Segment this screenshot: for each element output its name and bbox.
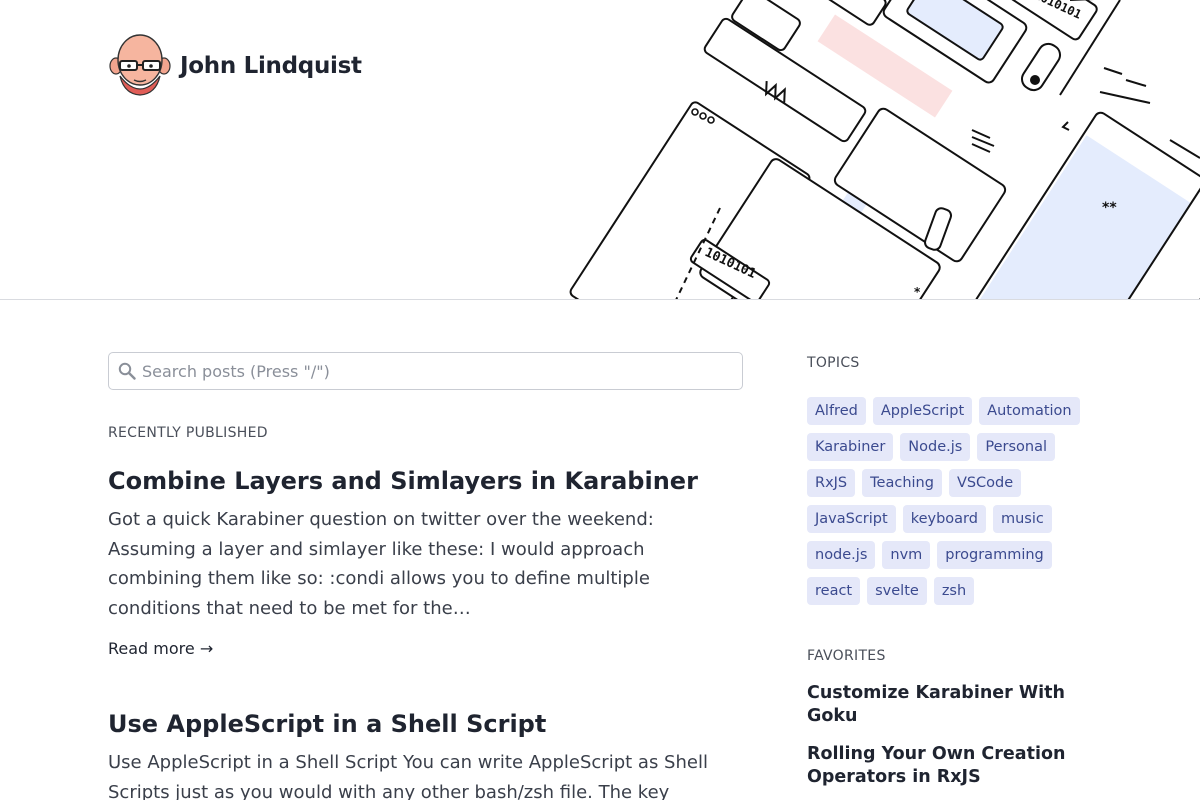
post-excerpt: Got a quick Karabiner question on twitte… <box>108 509 654 619</box>
read-more-link[interactable]: Read more → <box>108 639 213 658</box>
topic-tag[interactable]: node.js <box>807 541 876 569</box>
topic-tag[interactable]: svelte <box>867 577 927 605</box>
topic-tag[interactable]: VSCode <box>948 469 1022 497</box>
svg-text:**: ** <box>1102 200 1117 216</box>
search-input[interactable] <box>142 361 722 381</box>
author-name: John Lindquist <box>180 53 362 79</box>
favorite-post-link[interactable]: Rolling Your Own Creation Operators in R… <box>807 743 1077 789</box>
site-header: John Lindquist 1010101 1010101 ** * <box>0 0 1200 300</box>
avatar <box>108 32 172 100</box>
favorite-post-link[interactable]: Customize Karabiner With Goku <box>807 682 1077 728</box>
topic-tag[interactable]: nvm <box>882 541 931 569</box>
topic-tag-list: Alfred AppleScript Automation Karabiner … <box>807 397 1097 605</box>
topic-tag[interactable]: Personal <box>977 433 1055 461</box>
post-title-link[interactable]: Use AppleScript in a Shell Script <box>108 708 744 740</box>
topic-tag[interactable]: Node.js <box>900 433 971 461</box>
search-box[interactable] <box>108 352 743 390</box>
topic-tag[interactable]: programming <box>937 541 1052 569</box>
topic-tag[interactable]: JavaScript <box>807 505 896 533</box>
post-excerpt: Use AppleScript in a Shell Script You ca… <box>108 752 708 800</box>
post-title-link[interactable]: Combine Layers and Simlayers in Karabine… <box>108 465 744 497</box>
topic-tag[interactable]: Automation <box>979 397 1080 425</box>
topic-tag[interactable]: react <box>807 577 861 605</box>
post-card: Combine Layers and Simlayers in Karabine… <box>108 465 744 658</box>
topic-tag[interactable]: AppleScript <box>872 397 973 425</box>
topic-tag[interactable]: keyboard <box>902 505 986 533</box>
search-icon <box>118 362 136 380</box>
topics-heading: TOPICS <box>807 355 860 371</box>
topic-tag[interactable]: zsh <box>933 577 975 605</box>
topic-tag[interactable]: Karabiner <box>807 433 894 461</box>
topic-tag[interactable]: music <box>992 505 1052 533</box>
topic-tag[interactable]: Alfred <box>807 397 866 425</box>
home-link[interactable]: John Lindquist <box>108 32 362 100</box>
svg-text:*: * <box>914 285 921 299</box>
topic-tag[interactable]: RxJS <box>807 469 856 497</box>
topic-tag[interactable]: Teaching <box>862 469 942 497</box>
post-card: Use AppleScript in a Shell Script Use Ap… <box>108 708 744 800</box>
favorites-heading: FAVORITES <box>807 648 886 664</box>
recently-published-heading: RECENTLY PUBLISHED <box>108 425 268 441</box>
hero-illustration: 1010101 1010101 ** * <box>569 0 1200 299</box>
